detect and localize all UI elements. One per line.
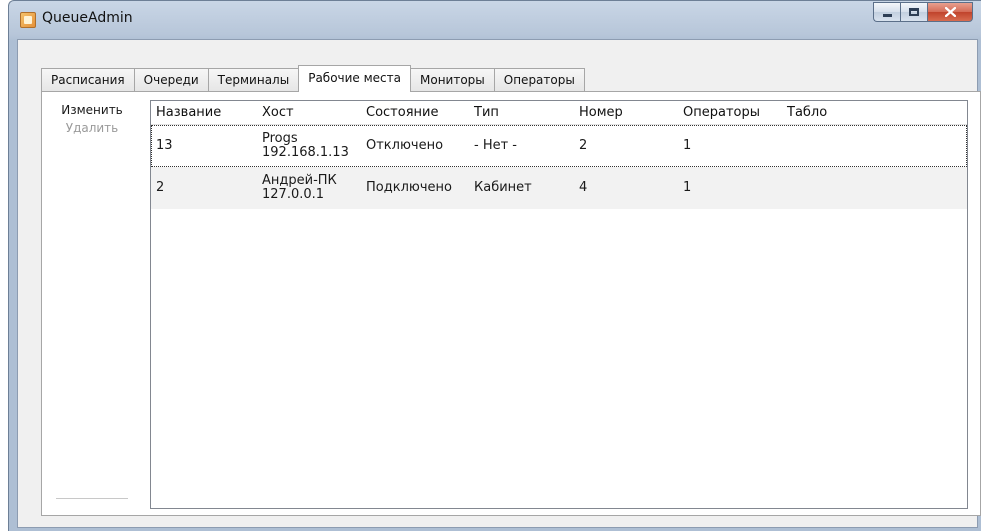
- window-title: QueueAdmin: [42, 10, 133, 26]
- column-header-board[interactable]: Табло: [782, 101, 862, 124]
- workplaces-table[interactable]: Название Хост Состояние Тип Номер Операт…: [150, 100, 968, 509]
- maximize-button[interactable]: [900, 2, 927, 22]
- cell-type: Кабинет: [474, 180, 532, 195]
- cell-host-ip: 127.0.0.1: [262, 187, 325, 202]
- client-area: Расписания Очереди Терминалы Рабочие мес…: [17, 39, 981, 528]
- app-icon: [20, 12, 36, 28]
- tab-strip: Расписания Очереди Терминалы Рабочие мес…: [41, 65, 585, 92]
- workplaces-panel: Изменить Удалить Название Хост Состояние…: [41, 91, 981, 516]
- cell-state: Отключено: [366, 138, 444, 153]
- minimize-button[interactable]: [873, 2, 900, 22]
- table-row[interactable]: 2 Андрей-ПК 127.0.0.1 Подключено Кабинет…: [151, 167, 967, 209]
- column-header-state[interactable]: Состояние: [361, 101, 469, 124]
- table-header: Название Хост Состояние Тип Номер Операт…: [151, 101, 967, 125]
- cell-operators: 1: [683, 180, 692, 195]
- column-header-type[interactable]: Тип: [469, 101, 574, 124]
- tab-terminals[interactable]: Терминалы: [207, 68, 300, 91]
- cell-number: 4: [579, 180, 588, 195]
- column-header-operators[interactable]: Операторы: [678, 101, 782, 124]
- cell-host-name: Progs: [262, 131, 298, 146]
- tab-workplaces[interactable]: Рабочие места: [298, 65, 411, 92]
- cell-name: 13: [156, 138, 173, 153]
- cell-name: 2: [156, 180, 165, 195]
- title-bar[interactable]: QueueAdmin: [9, 1, 981, 37]
- tab-schedules[interactable]: Расписания: [41, 68, 135, 91]
- minimize-icon: [882, 13, 892, 17]
- edit-button[interactable]: Изменить: [52, 102, 132, 118]
- column-header-number[interactable]: Номер: [574, 101, 678, 124]
- cell-host: Progs 192.168.1.13: [257, 132, 361, 160]
- column-header-name[interactable]: Название: [151, 101, 257, 124]
- cell-host: Андрей-ПК 127.0.0.1: [257, 174, 361, 202]
- cell-host-ip: 192.168.1.13: [262, 145, 349, 160]
- caption-buttons: [873, 2, 973, 22]
- close-icon: [944, 7, 956, 17]
- cell-host-name: Андрей-ПК: [262, 173, 337, 188]
- close-button[interactable]: [927, 2, 973, 22]
- maximize-icon: [909, 8, 919, 16]
- tab-operators[interactable]: Операторы: [493, 68, 585, 91]
- column-header-host[interactable]: Хост: [257, 101, 361, 124]
- tab-monitors[interactable]: Мониторы: [410, 68, 495, 91]
- app-window: QueueAdmin Расписания Очереди Терминалы …: [8, 0, 981, 531]
- actions-divider: [56, 498, 128, 499]
- cell-number: 2: [579, 138, 588, 153]
- delete-button[interactable]: Удалить: [52, 120, 132, 136]
- actions-panel: Изменить Удалить: [52, 102, 132, 136]
- cell-type: - Нет -: [474, 138, 517, 153]
- cell-state: Подключено: [366, 180, 452, 195]
- table-row[interactable]: 13 Progs 192.168.1.13 Отключено - Нет - …: [151, 125, 967, 167]
- tab-queues[interactable]: Очереди: [133, 68, 209, 91]
- cell-operators: 1: [683, 138, 692, 153]
